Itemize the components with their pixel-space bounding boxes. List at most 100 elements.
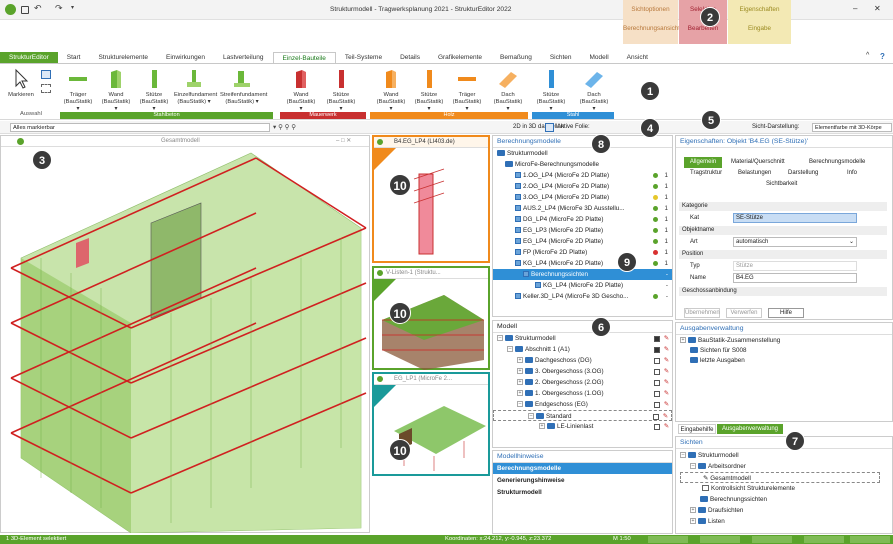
tab-einwirkungen[interactable]: Einwirkungen	[157, 52, 214, 63]
bm-row[interactable]: Berechnungssichten -	[493, 269, 672, 280]
prop-tab-material[interactable]: Material/Querschnitt	[731, 159, 785, 165]
bm-row[interactable]: EG_LP4 (MicroFe 2D Platte) 1	[493, 236, 672, 247]
holz-stuetze-button[interactable]: Stütze (BauStatik) ▾	[413, 68, 445, 113]
visibility-checkbox[interactable]	[654, 358, 660, 364]
modell-row[interactable]: – Endgeschoss (EG) ✎	[493, 399, 672, 410]
prop-art-select[interactable]: automatisch ⌄	[733, 237, 857, 247]
visibility-checkbox[interactable]	[654, 369, 660, 375]
visibility-checkbox[interactable]	[654, 347, 660, 353]
hint-row-generierung[interactable]: Generierungshinweise	[497, 475, 565, 486]
prop-tab-darstellung[interactable]: Darstellung	[788, 170, 818, 176]
bm-row[interactable]: 2.OG_LP4 (MicroFe 2D Platte) 1	[493, 181, 672, 192]
stahlbeton-traeger-button[interactable]: Träger (BauStatik) ▾	[62, 68, 94, 113]
layer-icon[interactable]	[545, 123, 554, 132]
tab-bemassung[interactable]: Bemaßung	[491, 52, 541, 63]
save-icon[interactable]	[21, 6, 29, 14]
mini-view-1[interactable]: B4.EG_LP4 (LI403.de)	[372, 135, 490, 263]
customize-icon[interactable]: ▾	[71, 4, 74, 11]
verwerfen-button[interactable]: Verwerfen	[726, 308, 762, 318]
status-field[interactable]	[648, 536, 688, 543]
prop-tab-sichtbarkeit[interactable]: Sichtbarkeit	[766, 181, 797, 187]
prop-name-value[interactable]: B4.EG	[733, 273, 857, 283]
visibility-checkbox[interactable]	[654, 391, 660, 397]
prop-kat-value[interactable]: SE-Stütze	[733, 213, 857, 223]
streifenfundament-button[interactable]: Streifenfundament (BauStatik) ▾	[220, 68, 267, 106]
status-field[interactable]	[752, 536, 792, 543]
edit-lock-icon[interactable]: ✎	[664, 377, 669, 388]
tab-einzel-bauteile[interactable]: Einzel-Bauteile	[272, 52, 336, 63]
status-field[interactable]	[850, 536, 890, 543]
einzelfundament-button[interactable]: Einzelfundament (BauStatik) ▾	[174, 68, 217, 106]
visibility-checkbox[interactable]	[654, 402, 660, 408]
edit-lock-icon[interactable]: ✎	[664, 366, 669, 377]
section-position[interactable]: Position	[679, 250, 887, 259]
bm-row[interactable]: KG_LP4 (MicroFe 2D Platte) 1	[493, 258, 672, 269]
tab-sichten[interactable]: Sichten	[541, 52, 581, 63]
tab-ausgabenverwaltung[interactable]: Ausgabenverwaltung	[717, 424, 783, 434]
redo-icon[interactable]: ↷	[55, 3, 63, 14]
filter-icons[interactable]: ▾ ⚲ ⚲ ⚲	[273, 123, 296, 131]
visibility-checkbox[interactable]	[654, 336, 660, 342]
holz-traeger-button[interactable]: Träger (BauStatik) ▾	[451, 68, 483, 113]
edit-lock-icon[interactable]: ✎	[664, 333, 669, 344]
ausgabe-row[interactable]: letzte Ausgaben	[690, 355, 745, 366]
stahlbeton-wand-button[interactable]: Wand (BauStatik) ▾	[100, 68, 132, 113]
mini-view-3[interactable]: EG_LP1 (MicroFe 2...	[372, 372, 490, 476]
bm-row[interactable]: 3.OG_LP4 (MicroFe 2D Platte) 1	[493, 192, 672, 203]
modell-row[interactable]: – Abschnitt 1 (A1) ✎	[493, 344, 672, 355]
visibility-checkbox[interactable]	[654, 424, 660, 430]
building-3d-model[interactable]	[1, 148, 369, 533]
modell-row[interactable]: + LE-Linienlast ✎	[493, 421, 672, 432]
prop-tab-berechnungsmodelle[interactable]: Berechnungsmodelle	[809, 159, 865, 165]
tab-strukturEditor[interactable]: StrukturEditor	[0, 52, 58, 63]
edit-lock-icon[interactable]: ✎	[664, 344, 669, 355]
prop-tab-allgemein[interactable]: Allgemein	[684, 157, 722, 168]
help-icon[interactable]: ?	[880, 52, 885, 61]
stahlbeton-stuetze-button[interactable]: Stütze (BauStatik) ▾	[138, 68, 170, 113]
tab-teil-systeme[interactable]: Teil-Systeme	[336, 52, 391, 63]
hint-row-strukturmodell[interactable]: Strukturmodell	[497, 487, 542, 498]
mauerwerk-wand-button[interactable]: Wand (BauStatik) ▾	[285, 68, 317, 113]
close-icon[interactable]: ✕	[874, 4, 881, 13]
sicht-darstellung-select[interactable]: Elementfarbe mit 3D-Körpe	[812, 123, 892, 132]
sichten-row[interactable]: – Arbeitsordner	[690, 461, 746, 472]
hint-row-berechnungsmodelle[interactable]: Berechnungsmodelle	[493, 463, 672, 474]
modell-row[interactable]: + Dachgeschoss (DG) ✎	[493, 355, 672, 366]
edit-lock-icon[interactable]: ✎	[664, 421, 669, 432]
bm-row[interactable]: 1.OG_LP4 (MicroFe 2D Platte) 1	[493, 170, 672, 181]
undo-icon[interactable]: ↶	[34, 3, 42, 14]
hilfe-button[interactable]: Hilfe	[768, 308, 804, 318]
section-geschoss[interactable]: Geschossanbindung	[679, 287, 887, 296]
tab-strukturelemente[interactable]: Strukturelemente	[89, 52, 157, 63]
visibility-checkbox[interactable]	[653, 414, 659, 420]
minimize-icon[interactable]: –	[853, 4, 857, 13]
prop-tab-belastungen[interactable]: Belastungen	[738, 170, 771, 176]
bm-row[interactable]: KG_LP4 (MicroFe 2D Platte) -	[493, 280, 672, 291]
window-controls[interactable]: – □ ✕	[336, 136, 351, 147]
status-field[interactable]	[700, 536, 740, 543]
bm-row[interactable]: MicroFe-Berechnungsmodelle	[493, 159, 672, 170]
select-lasso-icon[interactable]	[41, 84, 51, 93]
select-box-icon[interactable]	[41, 70, 51, 79]
tab-grafikelemente[interactable]: Grafikelemente	[429, 52, 491, 63]
bm-row[interactable]: AUS.2_LP4 (MicroFe 3D Ausstellu... 1	[493, 203, 672, 214]
gesamtmodell-window[interactable]: Gesamtmodell – □ ✕	[0, 135, 370, 533]
bm-row[interactable]: Strukturmodell	[493, 148, 672, 159]
uebernehmen-button[interactable]: Übernehmen	[684, 308, 720, 318]
bm-row[interactable]: FP (MicroFe 2D Platte) 1	[493, 247, 672, 258]
tab-details[interactable]: Details	[391, 52, 429, 63]
modell-row[interactable]: +3. Obergeschoss (3.OG) ✎	[493, 366, 672, 377]
markieren-button[interactable]: Markieren	[6, 68, 36, 99]
modell-row[interactable]: – Strukturmodell ✎	[493, 333, 672, 344]
tab-ansicht[interactable]: Ansicht	[618, 52, 657, 63]
bm-row[interactable]: Keller.3D_LP4 (MicroFe 3D Gescho... -	[493, 291, 672, 302]
edit-lock-icon[interactable]: ✎	[664, 388, 669, 399]
section-kategorie[interactable]: Kategorie	[679, 202, 887, 211]
holz-wand-button[interactable]: Wand (BauStatik) ▾	[375, 68, 407, 113]
prop-tab-tragstruktur[interactable]: Tragstruktur	[690, 170, 722, 176]
bm-row[interactable]: EG_LP3 (MicroFe 2D Platte) 1	[493, 225, 672, 236]
tab-lastverteilung[interactable]: Lastverteilung	[214, 52, 272, 63]
tab-modell[interactable]: Modell	[581, 52, 618, 63]
visibility-checkbox[interactable]	[654, 380, 660, 386]
section-objektname[interactable]: Objektname	[679, 226, 887, 235]
